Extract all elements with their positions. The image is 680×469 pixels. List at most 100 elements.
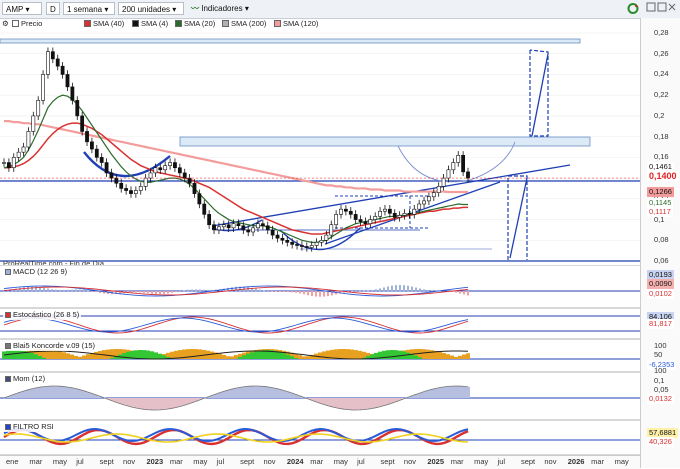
koncorde-bar <box>254 351 258 359</box>
candle-body <box>276 235 279 238</box>
macd-histogram-bar <box>415 288 417 292</box>
mom-bar <box>346 398 350 410</box>
mom-bar <box>382 398 386 406</box>
window-controls[interactable] <box>646 2 676 15</box>
mom-bar <box>270 388 274 398</box>
macd-histogram-bar <box>183 290 185 291</box>
time-tick-label: 2024 <box>287 457 304 466</box>
koncorde-bar <box>86 354 90 359</box>
candle-body <box>7 163 10 168</box>
indicators-button[interactable]: 〰 Indicadores ▾ <box>188 2 256 15</box>
legend-item-3[interactable]: SMA (20) <box>175 19 215 29</box>
macd-histogram-bar <box>403 285 405 291</box>
koncorde-bar <box>322 351 326 359</box>
rsi-label[interactable]: FILTRO RSI <box>3 422 56 432</box>
indicator-panels[interactable] <box>0 265 640 455</box>
macd-histogram-bar <box>319 291 321 297</box>
legend-item-0[interactable]: Precio <box>12 19 42 29</box>
koncorde-bar <box>134 350 138 359</box>
mom-bar <box>434 388 438 398</box>
koncorde-bar <box>250 352 254 359</box>
mom-bar <box>50 386 54 398</box>
koncorde-bar <box>138 350 142 359</box>
koncorde-bar <box>34 354 38 359</box>
badge-mom-c: 0,0132 <box>647 394 674 404</box>
legend-label: SMA (120) <box>283 19 318 28</box>
candle-body <box>388 209 391 213</box>
price-tick-label: 0,16 <box>654 152 669 161</box>
macd-histogram-bar <box>135 291 137 292</box>
koncorde-label[interactable]: Blai5 Koncorde v.09 (15) <box>3 341 97 351</box>
macd-histogram-bar <box>295 291 297 293</box>
macd-histogram-bar <box>255 289 257 292</box>
candle-body <box>354 214 357 219</box>
price-tick-label: 0,06 <box>654 256 669 265</box>
koncorde-bar <box>338 349 342 359</box>
legend-item-5[interactable]: SMA (120) <box>274 19 318 29</box>
mom-bar <box>246 386 250 398</box>
macd-histogram-bar <box>67 290 69 291</box>
interval-selector[interactable]: 1 semana ▾ <box>63 2 115 15</box>
koncorde-bar <box>18 350 22 359</box>
candle-body <box>335 214 338 224</box>
mom-bar <box>42 387 46 398</box>
toolbar: AMP ▾ D 1 semana ▾ 200 unidades ▾ 〰 Indi… <box>0 0 680 19</box>
koncorde-bar <box>38 356 42 359</box>
price-chart[interactable] <box>0 30 640 264</box>
macd-histogram-bar <box>207 290 209 291</box>
mom-bar <box>154 398 158 410</box>
legend-swatch <box>84 20 91 27</box>
mom-bar <box>170 398 174 408</box>
koncorde-bar <box>334 349 338 359</box>
candle-body <box>413 209 416 214</box>
macd-histogram-bar <box>235 287 237 291</box>
koncorde-bar <box>110 349 114 359</box>
symbol-selector[interactable]: AMP ▾ <box>2 2 42 15</box>
mom-bar <box>370 398 374 409</box>
time-tick-label: jul <box>357 457 365 466</box>
candle-body <box>154 168 157 173</box>
candle-body <box>339 209 342 214</box>
koncorde-bar <box>190 349 194 359</box>
candle-body <box>188 178 191 183</box>
units-selector[interactable]: 200 unidades ▾ <box>118 2 184 15</box>
candle-body <box>129 191 132 194</box>
mom-bar <box>134 398 138 408</box>
price-tick-label: 0,18 <box>654 132 669 141</box>
legend-label: SMA (4) <box>141 19 168 28</box>
macd-histogram-bar <box>463 291 465 295</box>
candle-body <box>41 74 44 100</box>
price-tick-label: 0,26 <box>654 49 669 58</box>
macd-label[interactable]: MACD (12 26 9) <box>3 267 69 277</box>
candle-body <box>457 155 460 162</box>
mom-bar <box>62 387 66 398</box>
mom-bar <box>366 398 370 409</box>
mom-label[interactable]: Mom (12) <box>3 374 47 384</box>
refresh-icon[interactable] <box>626 2 640 15</box>
candle-body <box>105 163 108 173</box>
resistance-zone-mid <box>180 137 590 146</box>
koncorde-bar <box>226 356 230 359</box>
mom-bar <box>466 387 470 398</box>
legend-item-2[interactable]: SMA (4) <box>132 19 168 29</box>
panel-title: Blai5 Koncorde v.09 (15) <box>13 341 95 350</box>
koncorde-bar <box>390 350 394 359</box>
stoch-label[interactable]: Estocástico (26 8 5) <box>3 310 81 320</box>
mom-bar <box>166 398 170 409</box>
mom-bar <box>122 398 126 405</box>
time-tick-label: nov <box>123 457 135 466</box>
candle-body <box>17 152 20 157</box>
legend-item-4[interactable]: SMA (200) <box>222 19 266 29</box>
legend-item-settings[interactable]: ⚙ <box>2 19 9 29</box>
candle-body <box>427 197 430 201</box>
period-d-button[interactable]: D <box>46 2 60 15</box>
mom-bar <box>334 398 338 408</box>
time-tick-label: jul <box>498 457 506 466</box>
candle-body <box>95 149 98 157</box>
candle-body <box>432 193 435 197</box>
mom-bar <box>30 389 34 398</box>
panel-swatch <box>5 343 11 349</box>
macd-histogram-bar <box>163 291 165 294</box>
legend-item-1[interactable]: SMA (40) <box>84 19 124 29</box>
koncorde-bar <box>66 353 70 359</box>
